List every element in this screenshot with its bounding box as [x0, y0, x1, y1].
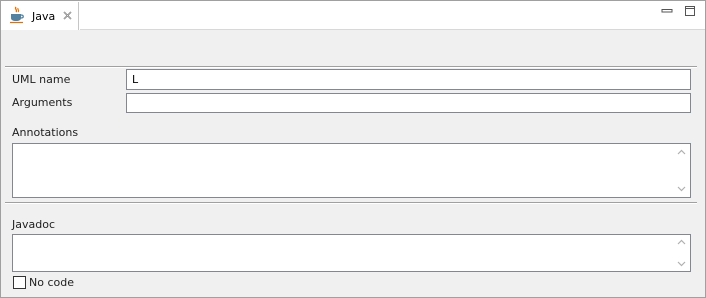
javadoc-label: Javadoc: [12, 218, 55, 231]
javadoc-scrollbar[interactable]: [673, 235, 690, 271]
arguments-input[interactable]: [126, 93, 691, 113]
separator: [5, 202, 697, 204]
annotations-label: Annotations: [12, 126, 79, 139]
maximize-icon[interactable]: [684, 5, 696, 17]
uml-name-label: UML name: [12, 73, 71, 86]
form-panel: UML name Arguments Annotations Javadoc: [1, 30, 705, 297]
javadoc-textarea[interactable]: [12, 234, 691, 272]
separator: [5, 66, 697, 68]
scroll-down-icon[interactable]: [677, 261, 686, 267]
scroll-up-icon[interactable]: [677, 149, 686, 155]
minimize-icon[interactable]: [661, 5, 673, 17]
uml-name-input[interactable]: [126, 69, 691, 90]
tab-label: Java: [32, 10, 56, 23]
scroll-up-icon[interactable]: [677, 239, 686, 245]
no-code-label[interactable]: No code: [29, 276, 74, 289]
annotations-scrollbar[interactable]: [673, 144, 690, 197]
java-properties-view: Java UML name Arguments Annotations: [0, 0, 706, 298]
java-coffee-cup-icon: [10, 6, 24, 24]
tab-java[interactable]: Java: [2, 2, 79, 30]
no-code-checkbox[interactable]: [13, 276, 26, 289]
tab-bar: Java: [1, 1, 705, 30]
scroll-down-icon[interactable]: [677, 186, 686, 192]
close-icon[interactable]: [62, 10, 73, 21]
annotations-textarea[interactable]: [12, 143, 691, 198]
arguments-label: Arguments: [12, 96, 73, 109]
